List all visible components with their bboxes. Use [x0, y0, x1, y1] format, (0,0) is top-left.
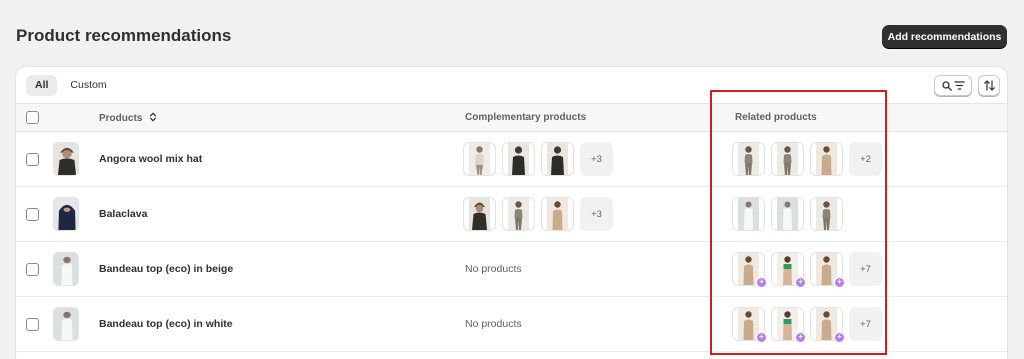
- row-checkbox[interactable]: [26, 263, 39, 276]
- filter-tabs: All Custom: [26, 75, 116, 96]
- related-products: + + + +7: [732, 252, 882, 288]
- no-products-text: No products: [465, 263, 522, 275]
- product-thumbnail[interactable]: +: [732, 307, 767, 343]
- ai-sparkle-icon: +: [795, 332, 806, 343]
- product-thumbnail[interactable]: [732, 197, 765, 231]
- product-image: [53, 252, 79, 286]
- product-image: [53, 307, 79, 341]
- product-thumbnail[interactable]: [771, 197, 804, 231]
- chevron-sort-icon: [150, 112, 157, 122]
- product-image: [53, 142, 79, 176]
- ai-sparkle-icon: +: [756, 277, 767, 288]
- select-all-checkbox[interactable]: [26, 111, 39, 124]
- column-products[interactable]: Products: [99, 112, 157, 124]
- no-products-text: No products: [465, 318, 522, 330]
- filter-lines-icon: [954, 81, 964, 90]
- related-products: + + + +7: [732, 307, 882, 343]
- product-thumbnail[interactable]: +: [810, 307, 845, 343]
- table-row[interactable]: Bandeau top (eco) in beige No products +…: [16, 242, 1007, 297]
- search-icon: [941, 80, 952, 91]
- related-products: [732, 197, 843, 231]
- table-row[interactable]: Bandeau top (eco) in white No products +…: [16, 297, 1007, 352]
- page-title: Product recommendations: [16, 26, 232, 45]
- product-thumbnail[interactable]: +: [771, 307, 806, 343]
- complementary-products: +3: [463, 142, 613, 176]
- product-thumbnail[interactable]: [810, 197, 843, 231]
- sort-button[interactable]: [978, 75, 1000, 96]
- tab-custom[interactable]: Custom: [61, 75, 115, 96]
- product-thumbnail[interactable]: +: [771, 252, 806, 288]
- column-products-label: Products: [99, 113, 143, 124]
- sort-icon: [983, 80, 995, 91]
- product-image: [53, 197, 79, 231]
- more-count[interactable]: +3: [580, 142, 613, 176]
- table-row[interactable]: Balaclava +3: [16, 187, 1007, 242]
- more-count[interactable]: +7: [849, 307, 882, 341]
- row-checkbox[interactable]: [26, 208, 39, 221]
- product-name[interactable]: Bandeau top (eco) in beige: [99, 263, 233, 275]
- row-checkbox[interactable]: [26, 153, 39, 166]
- product-name[interactable]: Angora wool mix hat: [99, 153, 202, 165]
- product-thumbnail[interactable]: [502, 142, 535, 176]
- product-name[interactable]: Balaclava: [99, 208, 147, 220]
- product-thumbnail[interactable]: +: [732, 252, 767, 288]
- ai-sparkle-icon: +: [834, 277, 845, 288]
- recommendations-card: All Custom Products Complementary produc…: [16, 67, 1007, 359]
- product-thumbnail[interactable]: [541, 142, 574, 176]
- search-filter-button[interactable]: [934, 75, 972, 96]
- column-complementary: Complementary products: [465, 112, 587, 123]
- product-thumbnail[interactable]: [732, 142, 765, 176]
- ai-sparkle-icon: +: [756, 332, 767, 343]
- complementary-products: +3: [463, 197, 613, 231]
- related-products: +2: [732, 142, 882, 176]
- tab-all[interactable]: All: [26, 75, 58, 96]
- product-thumbnail[interactable]: [810, 142, 843, 176]
- ai-sparkle-icon: +: [795, 277, 806, 288]
- product-thumbnail[interactable]: +: [810, 252, 845, 288]
- column-related: Related products: [735, 112, 817, 123]
- product-thumbnail[interactable]: [771, 142, 804, 176]
- more-count[interactable]: +7: [849, 252, 882, 286]
- product-thumbnail[interactable]: [463, 142, 496, 176]
- product-thumbnail[interactable]: [541, 197, 574, 231]
- more-count[interactable]: +3: [580, 197, 613, 231]
- add-recommendations-button[interactable]: Add recommendations: [882, 25, 1007, 48]
- table-header: Products Complementary products Related …: [16, 103, 1007, 132]
- product-thumbnail[interactable]: [502, 197, 535, 231]
- table-row[interactable]: Angora wool mix hat +3 +2: [16, 132, 1007, 187]
- row-checkbox[interactable]: [26, 318, 39, 331]
- more-count[interactable]: +2: [849, 142, 882, 176]
- product-thumbnail[interactable]: [463, 197, 496, 231]
- product-name[interactable]: Bandeau top (eco) in white: [99, 318, 233, 330]
- ai-sparkle-icon: +: [834, 332, 845, 343]
